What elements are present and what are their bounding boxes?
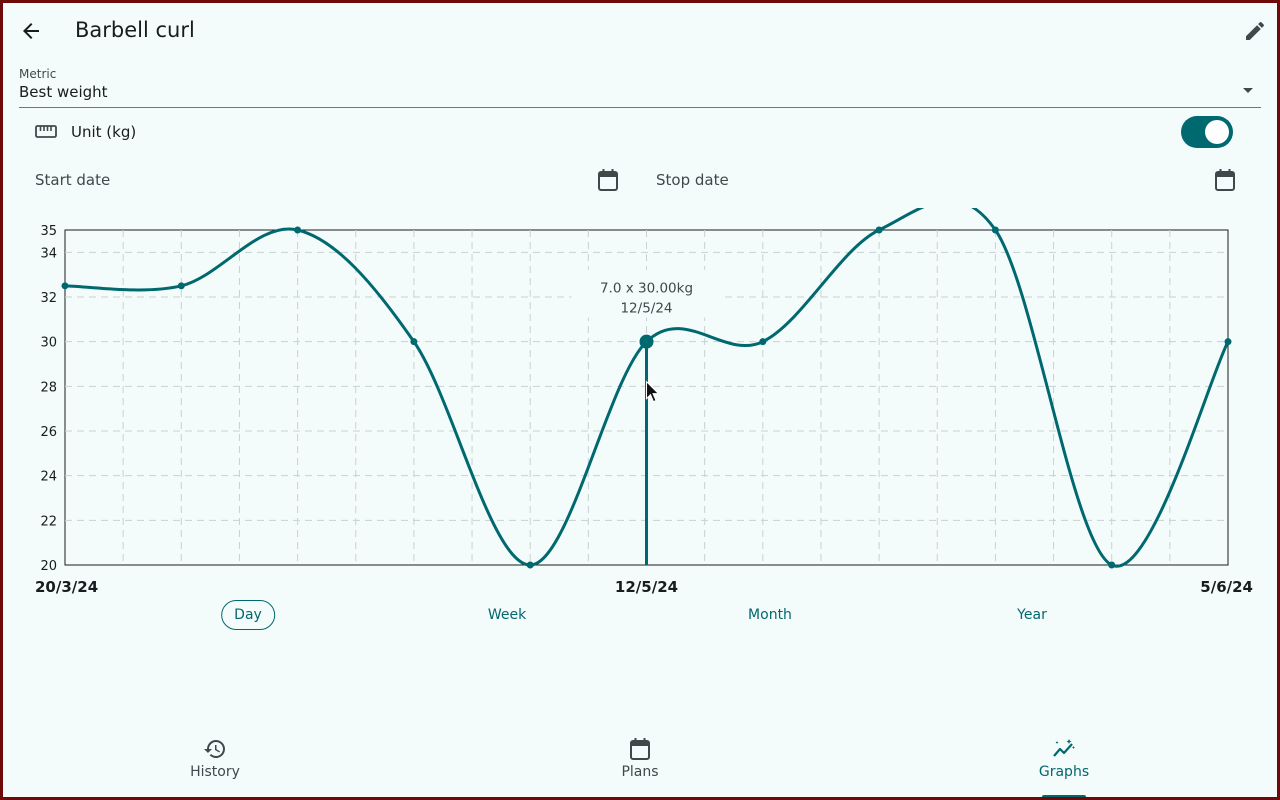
metric-value: Best weight [19, 83, 108, 101]
history-icon [204, 740, 225, 758]
ruler-icon [35, 125, 57, 138]
data-point [294, 226, 302, 234]
y-tick-label: 20 [40, 559, 57, 574]
x-tick-label: 20/3/24 [35, 578, 98, 596]
unit-toggle[interactable] [1181, 116, 1233, 148]
back-button[interactable] [11, 11, 51, 51]
x-tick-label: 5/6/24 [1200, 578, 1253, 596]
start-date-field[interactable]: Start date [35, 161, 619, 201]
edit-button[interactable] [1235, 11, 1275, 51]
data-point [1224, 338, 1232, 346]
x-tick-label: 12/5/24 [615, 578, 678, 596]
range-tabs: Day Week Month Year [3, 600, 1277, 634]
weight-chart[interactable]: 20 22 24 26 28 30 32 34 35 7.0 x 30.00kg 12/5/24 20… [3, 208, 1277, 603]
nav-label-graphs: Graphs [1038, 764, 1090, 780]
bottom-navigation: History Plans Graphs [3, 725, 1277, 797]
data-point [526, 561, 534, 569]
tooltip-value: 7.0 x 30.00kg [600, 281, 693, 297]
data-point [991, 226, 999, 234]
data-point [875, 226, 883, 234]
range-tab-day[interactable]: Day [221, 600, 275, 630]
pencil-icon [1246, 21, 1265, 40]
toggle-knob [1205, 120, 1229, 144]
calendar-icon [630, 738, 650, 760]
nav-label-plans: Plans [621, 764, 659, 780]
stop-date-label: Stop date [656, 171, 729, 189]
calendar-icon [1215, 169, 1235, 191]
top-app-bar: Barbell curl [3, 3, 1277, 61]
active-indicator [1042, 795, 1086, 797]
metric-label: Metric [19, 67, 57, 81]
y-tick-label: 26 [40, 425, 57, 440]
unit-row: Unit (kg) [35, 113, 1235, 153]
arrow-back-icon [23, 23, 39, 39]
graph-icon [1053, 739, 1075, 757]
y-tick-label: 34 [40, 246, 57, 261]
y-tick-label: 35 [40, 224, 57, 239]
dropdown-arrow-icon [1243, 88, 1253, 93]
start-date-label: Start date [35, 171, 111, 189]
selected-data-point [639, 334, 654, 349]
nav-item-plans[interactable]: Plans [580, 725, 700, 797]
data-point [1108, 561, 1116, 569]
metric-select[interactable]: Metric Best weight [19, 63, 1261, 108]
y-tick-label: 30 [40, 336, 57, 351]
range-tab-week[interactable]: Week [488, 600, 526, 630]
stop-date-field[interactable]: Stop date [656, 161, 1236, 201]
y-tick-label: 24 [40, 470, 57, 485]
mouse-cursor-icon [646, 380, 660, 403]
y-tick-label: 22 [40, 514, 57, 529]
data-point [759, 338, 767, 346]
calendar-icon [598, 169, 618, 191]
nav-item-graphs[interactable]: Graphs [1004, 725, 1124, 797]
range-tab-month[interactable]: Month [748, 600, 792, 630]
y-tick-label: 32 [40, 291, 57, 306]
data-point [410, 338, 418, 346]
data-point [61, 282, 69, 290]
data-point [177, 282, 185, 290]
nav-item-history[interactable]: History [155, 725, 275, 797]
tooltip-date: 12/5/24 [620, 301, 672, 317]
chart-svg[interactable]: 20 22 24 26 28 30 32 34 35 7.0 x 30.00kg 12/5/24 20… [3, 208, 1277, 603]
nav-label-history: History [190, 764, 240, 780]
page-title: Barbell curl [75, 18, 195, 42]
range-tab-year[interactable]: Year [1017, 600, 1047, 630]
unit-label: Unit (kg) [71, 123, 137, 141]
app-screen: Barbell curl Metric Best weight Unit (kg… [3, 3, 1277, 797]
y-tick-label: 28 [40, 380, 57, 395]
